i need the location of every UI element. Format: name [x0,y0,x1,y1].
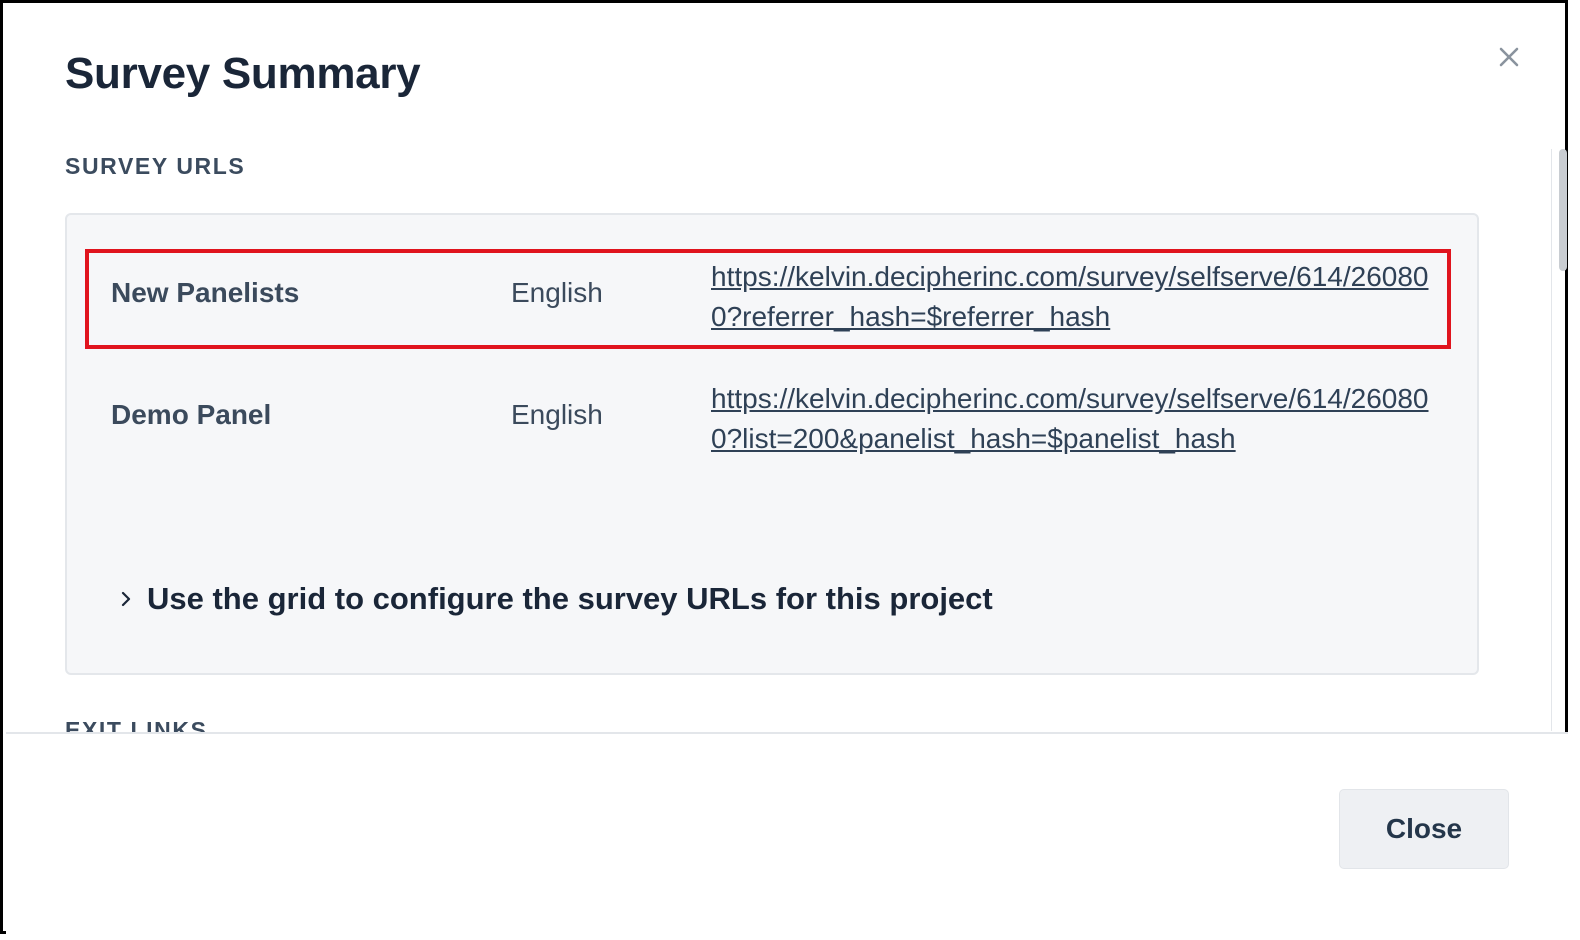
survey-urls-panel: New Panelists English https://kelvin.dec… [65,213,1479,675]
url-row-demo-panel: Demo Panel English https://kelvin.deciph… [111,371,1451,455]
dialog-body[interactable]: SURVEY URLS New Panelists English https:… [3,123,1543,733]
configure-urls-expander[interactable]: Use the grid to configure the survey URL… [115,581,993,617]
dialog-title: Survey Summary [65,49,421,98]
url-row-language: English [511,399,603,430]
chevron-right-icon [121,591,131,607]
close-icon[interactable] [1489,37,1529,77]
section-label-exit-links: EXIT LINKS [65,717,208,733]
close-button[interactable]: Close [1339,789,1509,869]
section-label-survey-urls: SURVEY URLS [65,153,246,179]
url-row-name: New Panelists [111,277,300,308]
expander-label: Use the grid to configure the survey URL… [147,581,993,616]
dialog-footer: Close [6,732,1568,934]
url-row-language: English [511,277,603,308]
url-row-new-panelists: New Panelists English https://kelvin.dec… [111,249,1451,333]
scrollbar-thumb[interactable] [1559,149,1567,271]
survey-summary-dialog: Survey Summary SURVEY URLS New Panelists… [0,0,1568,934]
url-row-link[interactable]: https://kelvin.decipherinc.com/survey/se… [711,379,1441,459]
url-row-name: Demo Panel [111,399,272,430]
url-row-link[interactable]: https://kelvin.decipherinc.com/survey/se… [711,257,1441,337]
